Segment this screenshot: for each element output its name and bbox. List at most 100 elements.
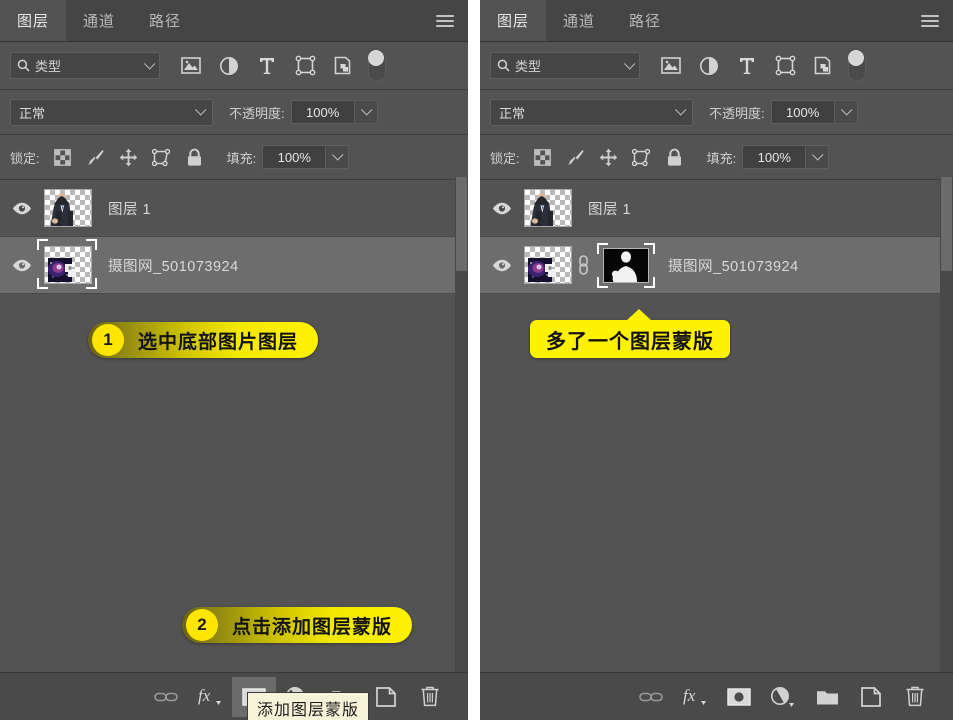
table-row[interactable]: 摄图网_501073924 xyxy=(480,237,953,294)
lock-all-icon[interactable] xyxy=(178,143,211,171)
fill-spinner-button[interactable] xyxy=(806,145,830,169)
tab-layers[interactable]: 图层 xyxy=(480,0,547,41)
layer-thumbnail-wrap[interactable] xyxy=(524,246,572,284)
callout-step-1-number: 1 xyxy=(92,324,124,356)
fill-input[interactable]: 100% xyxy=(742,145,807,169)
lock-position-icon[interactable] xyxy=(592,143,625,171)
callout-mask-added-text: 多了一个图层蒙版 xyxy=(546,330,714,353)
smart-object-filter-icon[interactable] xyxy=(804,51,842,81)
table-row[interactable]: 图层 1 xyxy=(480,180,953,237)
layer-list-scrollbar[interactable] xyxy=(940,177,953,673)
shape-layer-filter-icon[interactable] xyxy=(286,51,324,81)
lock-all-icon[interactable] xyxy=(658,143,691,171)
filter-kind-dropdown[interactable]: 类型 xyxy=(10,52,160,79)
chevron-down-icon xyxy=(812,149,824,161)
opacity-spinner-button[interactable] xyxy=(354,100,378,124)
tab-paths[interactable]: 路径 xyxy=(132,0,198,41)
search-icon xyxy=(497,59,510,72)
link-layers-icon[interactable] xyxy=(144,677,188,717)
table-row[interactable]: 图层 1 xyxy=(0,180,468,237)
smart-object-filter-icon[interactable] xyxy=(324,51,362,81)
layer-thumbnail-wrap[interactable] xyxy=(37,239,97,289)
tab-paths[interactable]: 路径 xyxy=(612,0,678,41)
filter-type-icons xyxy=(652,49,866,81)
search-icon xyxy=(17,59,30,72)
scrollbar-thumb[interactable] xyxy=(941,177,952,271)
hamburger-menu-icon[interactable] xyxy=(921,0,939,41)
layer-mask-thumbnail-wrap[interactable] xyxy=(597,243,655,288)
layer-name: 摄图网_501073924 xyxy=(668,258,799,275)
lock-transparent-pixels-icon[interactable] xyxy=(46,143,79,171)
callout-arrow-icon xyxy=(626,309,652,321)
layer-visibility-toggle[interactable] xyxy=(480,259,524,272)
link-layers-icon[interactable] xyxy=(629,677,673,717)
adjustment-layer-filter-icon[interactable] xyxy=(210,51,248,81)
type-layer-filter-icon[interactable] xyxy=(728,51,766,81)
callout-mask-added: 多了一个图层蒙版 xyxy=(530,309,730,358)
lock-position-icon[interactable] xyxy=(112,143,145,171)
layer-thumbnail-wrap[interactable] xyxy=(524,189,572,227)
pixel-layer-filter-icon[interactable] xyxy=(652,51,690,81)
chevron-down-icon xyxy=(144,57,156,70)
tab-paths-label: 路径 xyxy=(629,13,662,30)
lock-artboard-nesting-icon[interactable] xyxy=(145,143,178,171)
opacity-input[interactable]: 100% xyxy=(290,100,355,124)
tab-channels-label: 通道 xyxy=(563,13,596,30)
lock-image-pixels-icon[interactable] xyxy=(559,143,592,171)
type-layer-filter-icon[interactable] xyxy=(248,51,286,81)
callout-step-1-text: 选中底部图片图层 xyxy=(138,331,299,353)
hamburger-menu-icon[interactable] xyxy=(436,0,454,41)
layer-name: 摄图网_501073924 xyxy=(108,258,239,275)
lock-image-pixels-icon[interactable] xyxy=(79,143,112,171)
comparison-stage: 图层 通道 路径 类型 正常 不透明度: 100% 锁定: 填充: 100% 图… xyxy=(0,0,953,720)
lock-artboard-nesting-icon[interactable] xyxy=(625,143,658,171)
layer-style-fx-icon[interactable]: fx xyxy=(188,677,232,717)
filter-type-icons xyxy=(172,49,386,81)
new-group-icon[interactable] xyxy=(805,677,849,717)
new-adjustment-layer-icon[interactable] xyxy=(761,677,805,717)
pixel-layer-filter-icon[interactable] xyxy=(172,51,210,81)
blend-mode-dropdown[interactable]: 正常 xyxy=(10,98,213,126)
tab-layers-label: 图层 xyxy=(497,13,530,30)
blend-mode-row: 正常 不透明度: 100% xyxy=(0,90,468,135)
shape-layer-filter-icon[interactable] xyxy=(766,51,804,81)
layer-visibility-toggle[interactable] xyxy=(0,259,44,272)
layer-style-fx-icon[interactable]: fx xyxy=(673,677,717,717)
layer-visibility-toggle[interactable] xyxy=(0,202,44,215)
scrollbar-thumb[interactable] xyxy=(456,177,467,271)
mask-link-icon[interactable] xyxy=(577,255,590,275)
opacity-spinner-button[interactable] xyxy=(834,100,858,124)
add-layer-mask-icon[interactable] xyxy=(717,677,761,717)
blend-mode-row: 正常 不透明度: 100% xyxy=(480,90,953,135)
fill-input[interactable]: 100% xyxy=(262,145,327,169)
filter-kind-dropdown[interactable]: 类型 xyxy=(490,52,640,79)
layer-thumbnail-wrap[interactable] xyxy=(44,189,92,227)
svg-text:fx: fx xyxy=(683,686,696,705)
blend-mode-dropdown[interactable]: 正常 xyxy=(490,98,693,126)
table-row[interactable]: 摄图网_501073924 xyxy=(0,237,468,294)
layer-name: 图层 1 xyxy=(588,201,632,218)
filter-enable-toggle[interactable] xyxy=(848,49,866,81)
lock-row: 锁定: 填充: 100% xyxy=(0,135,468,180)
tab-channels[interactable]: 通道 xyxy=(66,0,132,41)
delete-layer-icon[interactable] xyxy=(893,677,937,717)
layer-list-scrollbar[interactable] xyxy=(455,177,468,673)
new-layer-icon[interactable] xyxy=(364,677,408,717)
layer-filter-row: 类型 xyxy=(480,42,953,90)
lock-transparent-pixels-icon[interactable] xyxy=(526,143,559,171)
tab-channels[interactable]: 通道 xyxy=(546,0,612,41)
tab-paths-label: 路径 xyxy=(149,13,182,30)
galaxy-smart-object-thumbnail xyxy=(524,246,572,284)
delete-layer-icon[interactable] xyxy=(408,677,452,717)
adjustment-layer-filter-icon[interactable] xyxy=(690,51,728,81)
filter-enable-toggle[interactable] xyxy=(368,49,386,81)
layer-name: 图层 1 xyxy=(108,201,152,218)
new-layer-icon[interactable] xyxy=(849,677,893,717)
layer-visibility-toggle[interactable] xyxy=(480,202,524,215)
fill-spinner-button[interactable] xyxy=(326,145,350,169)
svg-text:fx: fx xyxy=(198,686,211,705)
layer-list: 图层 1 摄图网_501073924 xyxy=(480,180,953,294)
tab-layers-label: 图层 xyxy=(17,13,50,30)
tab-layers[interactable]: 图层 xyxy=(0,0,67,41)
opacity-input[interactable]: 100% xyxy=(770,100,835,124)
